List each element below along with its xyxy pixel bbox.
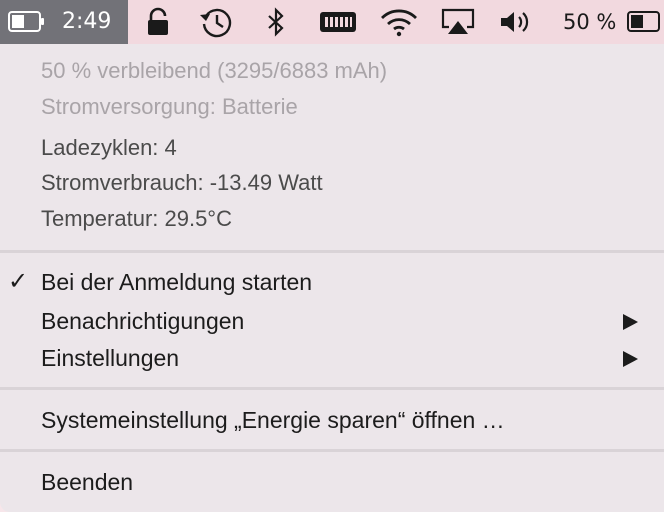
start-at-login-label: Bei der Anmeldung starten [41,269,313,295]
menu-separator [0,250,664,253]
notifications-menu-item[interactable]: Benachrichtigungen [0,302,664,340]
time-machine-icon[interactable] [198,5,234,39]
charge-cycles-text: Ladezyklen: 4 [41,135,177,160]
battery-icon[interactable] [627,11,664,32]
battery-percent-label[interactable]: 50 % [563,8,616,36]
start-at-login-menu-item[interactable]: ✓ Bei der Anmeldung starten [0,263,664,301]
menu-separator [0,387,664,390]
volume-icon[interactable] [498,5,534,39]
submenu-arrow-icon [623,351,638,367]
temperature-text: Temperatur: 29.5°C [41,206,232,231]
power-consumption-text: Stromverbrauch: -13.49 Watt [41,170,323,195]
quit-menu-item[interactable]: Beenden [0,463,664,501]
clock-time: 2:49 [62,9,112,34]
checkmark-icon: ✓ [8,268,29,295]
battery-remaining-text: 50 % verbleibend (3295/6883 mAh) [41,58,388,83]
bluetooth-icon[interactable] [258,5,294,39]
airplay-icon[interactable] [440,5,476,39]
notifications-label: Benachrichtigungen [41,308,245,334]
power-source-text: Stromversorgung: Batterie [41,94,298,119]
menu-separator [0,449,664,452]
battery-dropdown-menu: 50 % verbleibend (3295/6883 mAh) Stromve… [0,44,664,512]
settings-menu-item[interactable]: Einstellungen [0,339,664,377]
open-energy-saver-label: Systemeinstellung „Energie sparen“ öffne… [41,407,505,433]
battery-status-menu-item[interactable]: 2:49 [0,0,128,44]
ram-icon[interactable] [318,5,358,39]
lock-icon[interactable] [140,5,176,39]
settings-label: Einstellungen [41,345,180,371]
quit-label: Beenden [41,469,134,495]
wifi-icon[interactable] [378,5,420,39]
menu-bar: 2:49 50 % [0,0,664,44]
battery-icon [8,11,44,32]
submenu-arrow-icon [623,314,638,330]
open-energy-saver-menu-item[interactable]: Systemeinstellung „Energie sparen“ öffne… [0,401,664,439]
